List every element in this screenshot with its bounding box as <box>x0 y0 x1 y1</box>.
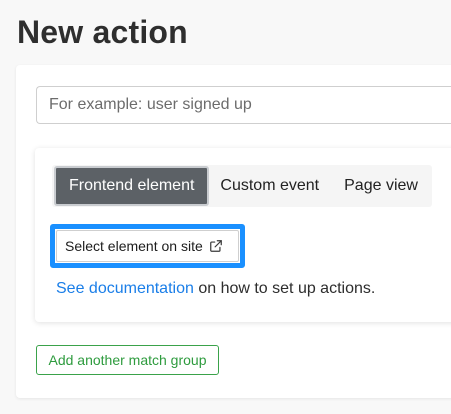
page-title: New action <box>17 14 188 50</box>
tab-frontend-element-label: Frontend element <box>69 177 195 194</box>
tab-page-view[interactable]: Page view <box>331 165 431 207</box>
tab-frontend-element[interactable]: Frontend element <box>54 166 210 206</box>
see-documentation-link[interactable]: See documentation <box>56 280 194 297</box>
tab-page-view-label: Page view <box>344 177 418 194</box>
select-element-highlight: Select element on site <box>50 224 245 268</box>
external-link-icon <box>209 240 222 252</box>
select-element-label: Select element on site <box>65 238 203 254</box>
action-form-card: Frontend element Custom event Page view … <box>16 65 451 398</box>
match-group-card: Frontend element Custom event Page view … <box>35 148 451 322</box>
tab-custom-event-label: Custom event <box>220 177 320 194</box>
documentation-hint-text: on how to set up actions. <box>193 280 376 297</box>
match-type-tabs: Frontend element Custom event Page view <box>52 165 432 207</box>
add-match-group-button[interactable]: Add another match group <box>36 345 219 375</box>
tab-custom-event[interactable]: Custom event <box>209 165 331 207</box>
action-name-input[interactable] <box>36 86 451 124</box>
documentation-hint: See documentation on how to set up actio… <box>56 280 375 298</box>
select-element-button[interactable]: Select element on site <box>56 230 239 262</box>
